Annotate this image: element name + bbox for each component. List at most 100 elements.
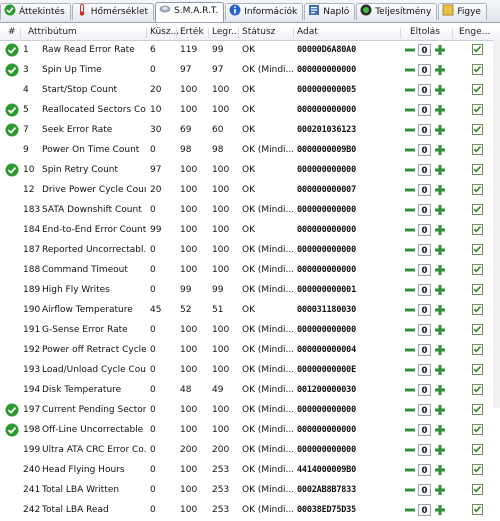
table-row[interactable]: 199 Ultra ATA CRC Error Co... 0 200 200 OK (M… bbox=[0, 441, 500, 461]
allowed-checkbox[interactable] bbox=[472, 224, 483, 235]
increase-offset-button[interactable] bbox=[434, 284, 446, 296]
offset-value[interactable]: 0 bbox=[418, 164, 431, 176]
tab-6[interactable]: Figye bbox=[438, 3, 487, 20]
allowed-checkbox[interactable] bbox=[472, 384, 483, 395]
decrease-offset-button[interactable] bbox=[404, 284, 416, 296]
vertical-scrollbar[interactable] bbox=[493, 40, 500, 408]
increase-offset-button[interactable] bbox=[434, 344, 446, 356]
decrease-offset-button[interactable] bbox=[404, 424, 416, 436]
decrease-offset-button[interactable] bbox=[404, 404, 416, 416]
tab-4[interactable]: Napló bbox=[304, 3, 356, 20]
allowed-checkbox[interactable] bbox=[472, 144, 483, 155]
decrease-offset-button[interactable] bbox=[404, 84, 416, 96]
decrease-offset-button[interactable] bbox=[404, 504, 416, 516]
increase-offset-button[interactable] bbox=[434, 204, 446, 216]
decrease-offset-button[interactable] bbox=[404, 124, 416, 136]
increase-offset-button[interactable] bbox=[434, 404, 446, 416]
offset-value[interactable]: 0 bbox=[418, 364, 431, 376]
table-row[interactable]: 5 Reallocated Sectors Co... 10 100 100 OK 0000… bbox=[0, 101, 500, 121]
table-row[interactable]: 191 G-Sense Error Rate 0 100 100 OK (Mindi...… bbox=[0, 321, 500, 341]
offset-value[interactable]: 0 bbox=[418, 204, 431, 216]
offset-value[interactable]: 0 bbox=[418, 444, 431, 456]
table-row[interactable]: 10 Spin Retry Count 97 100 100 OK 000000000000… bbox=[0, 161, 500, 181]
offset-value[interactable]: 0 bbox=[418, 304, 431, 316]
table-row[interactable]: 187 Reported Uncorrectabl... 0 100 100 OK (Mi… bbox=[0, 241, 500, 261]
decrease-offset-button[interactable] bbox=[404, 304, 416, 316]
offset-value[interactable]: 0 bbox=[418, 64, 431, 76]
tab-1[interactable]: Hőmérséklet bbox=[71, 3, 155, 20]
allowed-checkbox[interactable] bbox=[472, 304, 483, 315]
tab-3[interactable]: Információk bbox=[225, 3, 304, 20]
decrease-offset-button[interactable] bbox=[404, 384, 416, 396]
decrease-offset-button[interactable] bbox=[404, 324, 416, 336]
allowed-checkbox[interactable] bbox=[472, 424, 483, 435]
decrease-offset-button[interactable] bbox=[404, 364, 416, 376]
decrease-offset-button[interactable] bbox=[404, 224, 416, 236]
increase-offset-button[interactable] bbox=[434, 224, 446, 236]
offset-value[interactable]: 0 bbox=[418, 344, 431, 356]
allowed-checkbox[interactable] bbox=[472, 124, 483, 135]
offset-value[interactable]: 0 bbox=[418, 104, 431, 116]
allowed-checkbox[interactable] bbox=[472, 104, 483, 115]
offset-value[interactable]: 0 bbox=[418, 284, 431, 296]
table-row[interactable]: 240 Head Flying Hours 0 100 253 OK (Mindi... 4… bbox=[0, 461, 500, 481]
allowed-checkbox[interactable] bbox=[472, 364, 483, 375]
allowed-checkbox[interactable] bbox=[472, 484, 483, 495]
offset-value[interactable]: 0 bbox=[418, 484, 431, 496]
increase-offset-button[interactable] bbox=[434, 304, 446, 316]
table-row[interactable]: 192Power off Retract Cycle ... 0 100 100 OK … bbox=[0, 341, 500, 361]
increase-offset-button[interactable] bbox=[434, 264, 446, 276]
allowed-checkbox[interactable] bbox=[472, 244, 483, 255]
allowed-checkbox[interactable] bbox=[472, 164, 483, 175]
col-header-allowed[interactable]: Enge... bbox=[459, 27, 490, 37]
offset-value[interactable]: 0 bbox=[418, 404, 431, 416]
col-header-threshold[interactable]: Küsz... bbox=[150, 27, 179, 37]
decrease-offset-button[interactable] bbox=[404, 184, 416, 196]
col-header-data[interactable]: Adat bbox=[297, 27, 318, 37]
decrease-offset-button[interactable] bbox=[404, 244, 416, 256]
increase-offset-button[interactable] bbox=[434, 164, 446, 176]
increase-offset-button[interactable] bbox=[434, 424, 446, 436]
tab-0[interactable]: Áttekintés bbox=[0, 3, 71, 20]
offset-value[interactable]: 0 bbox=[418, 504, 431, 516]
decrease-offset-button[interactable] bbox=[404, 64, 416, 76]
table-row[interactable]: 193 Load/Unload Cycle Cou... 0 100 100 OK (Mi… bbox=[0, 361, 500, 381]
increase-offset-button[interactable] bbox=[434, 44, 446, 56]
col-header-value[interactable]: Érték bbox=[180, 27, 204, 37]
offset-value[interactable]: 0 bbox=[418, 244, 431, 256]
table-row[interactable]: 241 Total LBA Written 0 100 253 OK (Mindi... 0… bbox=[0, 481, 500, 501]
increase-offset-button[interactable] bbox=[434, 364, 446, 376]
col-header-worst[interactable]: Legr... bbox=[212, 27, 240, 37]
table-row[interactable]: 197 Current Pending Sector... 0 100 100 OK (M… bbox=[0, 401, 500, 421]
increase-offset-button[interactable] bbox=[434, 184, 446, 196]
increase-offset-button[interactable] bbox=[434, 104, 446, 116]
allowed-checkbox[interactable] bbox=[472, 324, 483, 335]
increase-offset-button[interactable] bbox=[434, 84, 446, 96]
allowed-checkbox[interactable] bbox=[472, 264, 483, 275]
table-row[interactable]: 184 End-to-End Error Count 99 100 100 OK 00000… bbox=[0, 221, 500, 241]
increase-offset-button[interactable] bbox=[434, 144, 446, 156]
decrease-offset-button[interactable] bbox=[404, 164, 416, 176]
decrease-offset-button[interactable] bbox=[404, 144, 416, 156]
offset-value[interactable]: 0 bbox=[418, 324, 431, 336]
allowed-checkbox[interactable] bbox=[472, 44, 483, 55]
decrease-offset-button[interactable] bbox=[404, 264, 416, 276]
col-header-offset[interactable]: Eltolás bbox=[410, 27, 440, 37]
decrease-offset-button[interactable] bbox=[404, 464, 416, 476]
increase-offset-button[interactable] bbox=[434, 504, 446, 516]
offset-value[interactable]: 0 bbox=[418, 224, 431, 236]
offset-value[interactable]: 0 bbox=[418, 44, 431, 56]
decrease-offset-button[interactable] bbox=[404, 444, 416, 456]
allowed-checkbox[interactable] bbox=[472, 344, 483, 355]
table-row[interactable]: 189 High Fly Writes 0 99 99 OK (Mindi... 00000… bbox=[0, 281, 500, 301]
offset-value[interactable]: 0 bbox=[418, 184, 431, 196]
offset-value[interactable]: 0 bbox=[418, 264, 431, 276]
allowed-checkbox[interactable] bbox=[472, 444, 483, 455]
increase-offset-button[interactable] bbox=[434, 244, 446, 256]
tab-5[interactable]: Teljesítmény bbox=[356, 3, 438, 20]
increase-offset-button[interactable] bbox=[434, 324, 446, 336]
increase-offset-button[interactable] bbox=[434, 124, 446, 136]
table-row[interactable]: 9 Power On Time Count 0 98 98 OK (Mindi... 000… bbox=[0, 141, 500, 161]
decrease-offset-button[interactable] bbox=[404, 344, 416, 356]
increase-offset-button[interactable] bbox=[434, 484, 446, 496]
